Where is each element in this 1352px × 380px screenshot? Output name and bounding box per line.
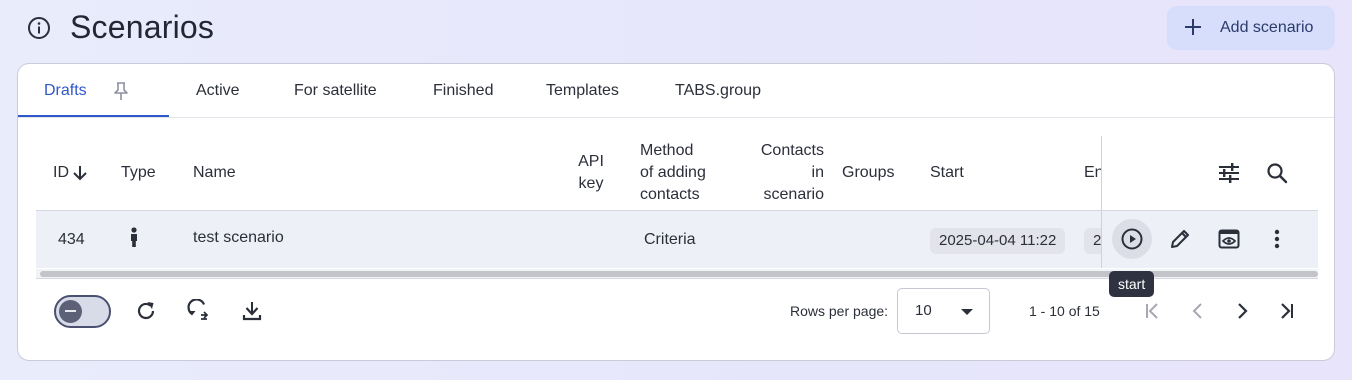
column-header-id-label: ID: [53, 164, 69, 181]
tab-templates[interactable]: Templates: [546, 64, 619, 118]
rows-per-page-value: 10: [915, 302, 932, 319]
column-header-method-line3: contacts: [640, 186, 700, 203]
cell-start-date: 2025-04-04 11:22: [930, 228, 1066, 254]
download-icon[interactable]: [232, 291, 272, 331]
next-page-icon[interactable]: [1222, 291, 1262, 331]
sticky-column-divider: [1101, 136, 1102, 268]
add-scenario-button[interactable]: Add scenario: [1167, 6, 1335, 50]
refresh-icon[interactable]: [126, 291, 166, 331]
tab-bar: Drafts Active For satellite Finished Tem…: [18, 64, 1334, 118]
page-header: Scenarios Add scenario: [0, 0, 1352, 56]
column-header-api-key[interactable]: API key: [574, 151, 608, 195]
column-header-method-line2: of adding: [640, 164, 706, 181]
column-header-groups[interactable]: Groups: [842, 162, 894, 184]
column-header-contacts-line1: Contacts: [760, 142, 824, 159]
column-header-end[interactable]: En: [1084, 162, 1101, 184]
column-header-api-key-line1: API: [578, 153, 604, 170]
search-icon[interactable]: [1257, 153, 1297, 193]
rows-per-page-select[interactable]: 10: [897, 288, 990, 334]
column-header-type[interactable]: Type: [121, 162, 156, 184]
cell-id: 434: [58, 231, 85, 248]
column-header-start[interactable]: Start: [930, 162, 964, 184]
column-header-method[interactable]: Method of adding contacts: [640, 140, 706, 206]
more-vertical-icon[interactable]: [1257, 219, 1297, 259]
add-scenario-label: Add scenario: [1220, 19, 1314, 36]
active-tab-indicator: [18, 115, 169, 117]
column-header-contacts-line2: in: [811, 164, 824, 181]
cell-method: Criteria: [644, 231, 696, 248]
first-page-icon[interactable]: [1133, 291, 1173, 331]
tab-finished[interactable]: Finished: [433, 64, 493, 118]
cell-name: test scenario: [193, 229, 284, 246]
tab-drafts[interactable]: Drafts: [44, 64, 87, 118]
cell-end-date-clip: 2: [1084, 228, 1101, 254]
chevron-down-icon: [961, 309, 973, 315]
toggle-knob: [59, 300, 82, 323]
last-page-icon[interactable]: [1266, 291, 1306, 331]
scenarios-card: Drafts Active For satellite Finished Tem…: [17, 63, 1335, 361]
info-icon[interactable]: [27, 16, 51, 40]
column-header-id[interactable]: ID: [53, 162, 87, 184]
pagination-range: 1 - 10 of 15: [1029, 303, 1100, 319]
cell-end-date: 2: [1084, 228, 1101, 254]
select-all-toggle[interactable]: [54, 295, 111, 328]
preview-icon[interactable]: [1209, 219, 1249, 259]
page-title: Scenarios: [70, 9, 215, 45]
prev-page-icon[interactable]: [1178, 291, 1218, 331]
pin-icon[interactable]: [112, 81, 130, 101]
person-icon: [128, 227, 140, 254]
tab-tabs-group[interactable]: TABS.group: [675, 64, 761, 118]
tab-active[interactable]: Active: [196, 64, 240, 118]
plus-icon: [1183, 17, 1203, 37]
rows-per-page-label: Rows per page:: [790, 303, 889, 319]
column-header-api-key-line2: key: [578, 175, 604, 192]
sort-desc-icon[interactable]: [73, 164, 87, 189]
column-header-method-line1: Method: [640, 142, 694, 159]
column-header-name[interactable]: Name: [193, 162, 236, 184]
column-header-contacts[interactable]: Contacts in scenario: [748, 140, 824, 206]
pencil-icon[interactable]: [1160, 219, 1200, 259]
tab-for-satellite[interactable]: For satellite: [294, 64, 377, 118]
columns-settings-icon[interactable]: [1209, 153, 1249, 193]
play-circle-icon[interactable]: [1112, 219, 1152, 259]
column-header-contacts-line3: scenario: [763, 186, 824, 203]
auto-refresh-icon[interactable]: [179, 291, 219, 331]
